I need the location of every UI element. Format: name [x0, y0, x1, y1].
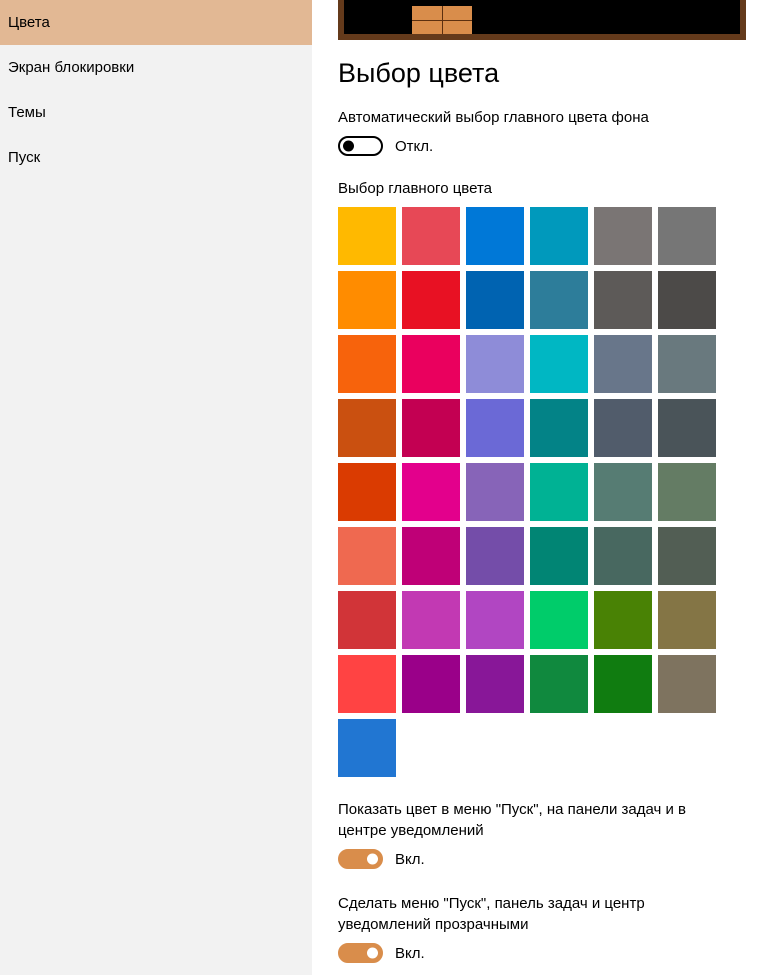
color-swatch[interactable] [402, 207, 460, 265]
color-swatch[interactable] [338, 335, 396, 393]
color-swatch[interactable] [594, 271, 652, 329]
show-color-label: Показать цвет в меню "Пуск", на панели з… [338, 799, 738, 841]
color-swatch[interactable] [402, 655, 460, 713]
color-swatch[interactable] [466, 655, 524, 713]
color-swatch[interactable] [658, 527, 716, 585]
color-swatch[interactable] [658, 335, 716, 393]
color-swatch[interactable] [402, 463, 460, 521]
color-swatch[interactable] [658, 399, 716, 457]
sidebar: ЦветаЭкран блокировкиТемыПуск [0, 0, 312, 975]
color-swatch[interactable] [338, 399, 396, 457]
sidebar-item-2[interactable]: Темы [0, 90, 312, 135]
sidebar-item-1[interactable]: Экран блокировки [0, 45, 312, 90]
color-swatch[interactable] [466, 399, 524, 457]
show-color-state: Вкл. [395, 851, 425, 868]
color-swatch[interactable] [594, 399, 652, 457]
color-swatch[interactable] [466, 527, 524, 585]
color-swatch[interactable] [466, 271, 524, 329]
color-swatch[interactable] [466, 335, 524, 393]
color-swatch[interactable] [658, 463, 716, 521]
color-swatch[interactable] [594, 655, 652, 713]
sidebar-item-3[interactable]: Пуск [0, 135, 312, 180]
color-swatch[interactable] [530, 271, 588, 329]
transparency-toggle[interactable] [338, 943, 383, 963]
color-swatch[interactable] [530, 399, 588, 457]
sidebar-item-0[interactable]: Цвета [0, 0, 312, 45]
color-swatch-grid [338, 207, 746, 777]
color-swatch[interactable] [658, 655, 716, 713]
taskbar-preview-icon [412, 6, 472, 34]
color-swatch[interactable] [466, 207, 524, 265]
transparency-label: Сделать меню "Пуск", панель задач и цент… [338, 893, 738, 935]
color-swatch[interactable] [658, 591, 716, 649]
auto-pick-toggle[interactable] [338, 136, 383, 156]
auto-pick-label: Автоматический выбор главного цвета фона [338, 109, 782, 126]
auto-pick-state: Откл. [395, 138, 433, 155]
color-swatch[interactable] [530, 463, 588, 521]
color-swatch[interactable] [658, 271, 716, 329]
color-swatch[interactable] [594, 591, 652, 649]
color-swatch[interactable] [530, 655, 588, 713]
color-swatch[interactable] [530, 335, 588, 393]
accent-color-label: Выбор главного цвета [338, 180, 782, 197]
color-swatch[interactable] [402, 527, 460, 585]
color-swatch[interactable] [402, 399, 460, 457]
color-swatch[interactable] [402, 271, 460, 329]
color-swatch[interactable] [338, 591, 396, 649]
color-swatch[interactable] [338, 719, 396, 777]
color-swatch[interactable] [402, 335, 460, 393]
main-content: Выбор цвета Автоматический выбор главног… [312, 0, 782, 975]
color-swatch[interactable] [338, 527, 396, 585]
transparency-state: Вкл. [395, 945, 425, 962]
color-swatch[interactable] [594, 207, 652, 265]
color-swatch[interactable] [338, 463, 396, 521]
color-swatch[interactable] [402, 591, 460, 649]
desktop-preview [338, 0, 746, 40]
color-swatch[interactable] [338, 655, 396, 713]
color-swatch[interactable] [658, 207, 716, 265]
color-swatch[interactable] [530, 527, 588, 585]
color-swatch[interactable] [466, 463, 524, 521]
show-color-toggle[interactable] [338, 849, 383, 869]
color-swatch[interactable] [530, 591, 588, 649]
color-swatch[interactable] [338, 207, 396, 265]
color-swatch[interactable] [594, 463, 652, 521]
color-swatch[interactable] [338, 271, 396, 329]
color-swatch[interactable] [594, 527, 652, 585]
color-swatch[interactable] [594, 335, 652, 393]
color-swatch[interactable] [530, 207, 588, 265]
color-swatch[interactable] [466, 591, 524, 649]
section-title: Выбор цвета [338, 58, 782, 89]
